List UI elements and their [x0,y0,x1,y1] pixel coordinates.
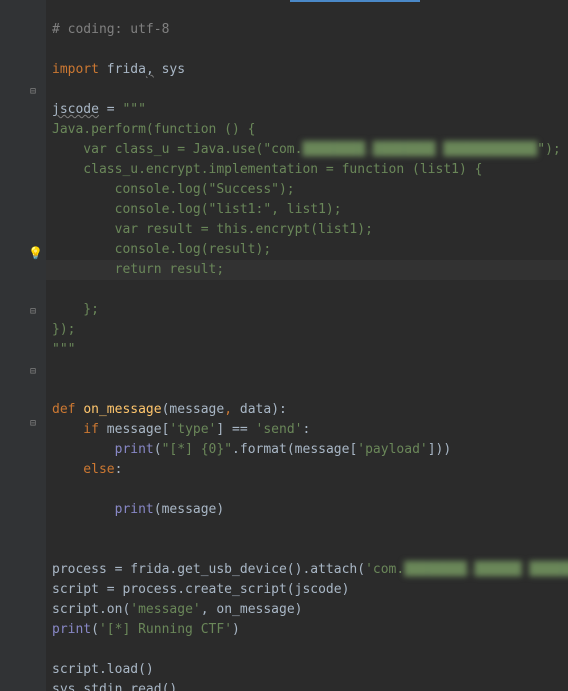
builtin-print: print [115,502,154,517]
keyword-else: else [52,462,115,477]
keyword-def: def [52,402,83,417]
indent [52,442,115,457]
module-name: frida [99,62,146,77]
code-text: script.load() [52,662,154,677]
js-string: var class_u = Java.use("com. [52,142,302,157]
colon: : [115,462,123,477]
redacted-text: ████████.████████ ████████████ [302,142,537,157]
js-string: "); [537,142,560,157]
string: '[*] Running CTF' [99,622,232,637]
code-text: (message) [154,502,224,517]
string: 'message' [130,602,200,617]
code-text: process = frida.get_usb_device().attach( [52,562,365,577]
code-area[interactable]: # coding: utf-8 import frida, sys jscode… [46,0,568,691]
code-text: message[ [107,422,170,437]
indent [52,502,115,517]
string: "[*] {0}" [162,442,232,457]
paren-colon: ): [271,402,287,417]
js-string: class_u.encrypt.implementation = functio… [52,162,482,177]
string: 'com. [365,562,404,577]
js-string: return result; [52,262,224,277]
string: 'send' [256,422,303,437]
keyword-import: import [52,62,99,77]
comment: # coding: utf-8 [52,22,169,37]
fold-icon[interactable]: ⊟ [30,414,36,434]
module-name: sys [154,62,185,77]
fold-icon[interactable]: ⊟ [30,302,36,322]
variable-jscode: jscode [52,102,99,117]
code-text: script.on( [52,602,130,617]
js-string: console.log("Success"); [52,182,295,197]
code-text: ])) [428,442,451,457]
intention-bulb-icon[interactable]: 💡 [28,243,43,263]
js-string: Java.perform(function () { [52,122,256,137]
param-data: data [240,402,271,417]
js-string: console.log(result); [52,242,271,257]
code-text: ] == [216,422,255,437]
code-text: .format(message[ [232,442,357,457]
js-string: }; [52,302,99,317]
code-text: sys.stdin.read() [52,682,177,691]
js-string: }); [52,322,75,337]
comma: , [224,402,240,417]
code-editor[interactable]: ⊟ ⊟ 💡 ⊟ ⊟ # coding: utf-8 import frida, … [0,0,568,691]
param-message: message [169,402,224,417]
comma-wavy: , [146,62,154,77]
paren: ( [91,622,99,637]
code-text: , on_message) [201,602,303,617]
paren: ) [232,622,240,637]
redacted-text: ████████.██████ ███████ [404,562,568,577]
js-string: var result = this.encrypt(list1); [52,222,373,237]
string: 'type' [169,422,216,437]
function-name: on_message [83,402,161,417]
string-delim: """ [122,102,145,117]
paren: ( [154,442,162,457]
operator: = [99,102,122,117]
colon: : [303,422,311,437]
builtin-print: print [52,622,91,637]
active-tab-indicator [290,0,420,2]
js-string: console.log("list1:", list1); [52,202,342,217]
keyword-if: if [52,422,107,437]
fold-icon[interactable]: ⊟ [30,362,36,382]
editor-gutter: ⊟ ⊟ 💡 ⊟ ⊟ [0,0,46,691]
fold-icon[interactable]: ⊟ [30,82,36,102]
code-text: script = process.create_script(jscode) [52,582,349,597]
string: 'payload' [357,442,427,457]
builtin-print: print [115,442,154,457]
string-delim: """ [52,342,75,357]
